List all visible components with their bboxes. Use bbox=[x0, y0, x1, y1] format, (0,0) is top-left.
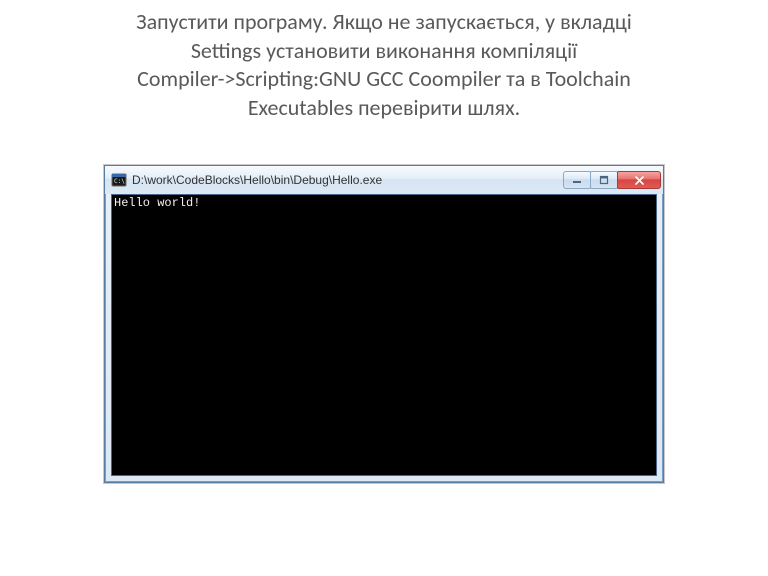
console-output-text: Hello world! bbox=[114, 196, 200, 210]
window-titlebar[interactable]: C:\ D:\work\CodeBlocks\Hello\bin\Debug\H… bbox=[105, 166, 663, 194]
instruction-text: Запустити програму. Якщо не запускається… bbox=[0, 0, 768, 122]
instruction-line: Запустити програму. Якщо не запускається… bbox=[136, 8, 632, 35]
console-app-icon: C:\ bbox=[111, 172, 127, 188]
screenshot-frame: C:\ D:\work\CodeBlocks\Hello\bin\Debug\H… bbox=[103, 164, 665, 484]
instruction-line: Executables перевірити шлях. bbox=[248, 94, 520, 121]
close-button[interactable] bbox=[617, 171, 661, 189]
window-title: D:\work\CodeBlocks\Hello\bin\Debug\Hello… bbox=[132, 173, 564, 187]
instruction-line: Compiler->Scripting:GNU GCC Coompiler та… bbox=[137, 65, 631, 92]
svg-text:C:\: C:\ bbox=[114, 178, 125, 185]
console-window: C:\ D:\work\CodeBlocks\Hello\bin\Debug\H… bbox=[104, 165, 664, 483]
instruction-line: Settings установити виконання компіляції bbox=[191, 37, 577, 64]
window-controls bbox=[564, 171, 661, 189]
maximize-button[interactable] bbox=[590, 171, 618, 189]
console-output-area[interactable]: Hello world! bbox=[111, 194, 657, 476]
minimize-button[interactable] bbox=[563, 171, 591, 189]
